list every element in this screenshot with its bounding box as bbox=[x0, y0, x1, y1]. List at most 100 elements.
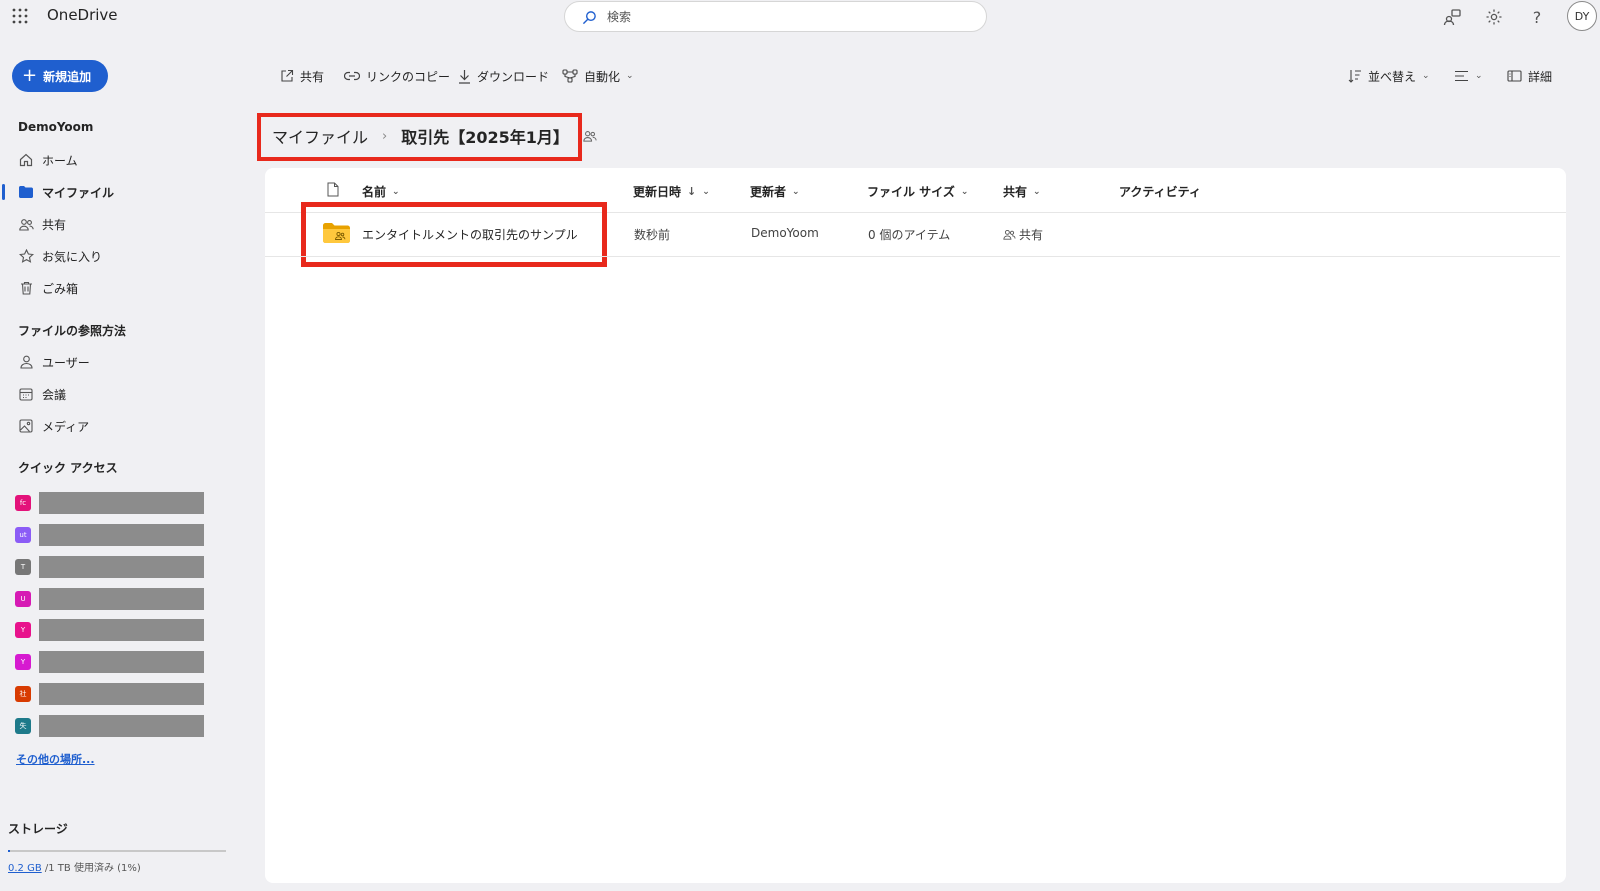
quick-access-item[interactable]: 失 bbox=[15, 715, 205, 737]
column-header-modified[interactable]: 更新日時 ↓ ⌄ bbox=[633, 183, 710, 200]
account-name: DemoYoom bbox=[18, 120, 94, 134]
automate-dropdown[interactable]: 自動化 ⌄ bbox=[562, 65, 634, 87]
sidebar-item-meetings[interactable]: 会議 bbox=[18, 382, 66, 406]
site-icon: 失 bbox=[15, 718, 31, 734]
new-button[interactable]: + 新規追加 bbox=[12, 60, 108, 92]
sort-dropdown[interactable]: 並べ替え ⌄ bbox=[1348, 65, 1430, 87]
search-icon bbox=[582, 10, 597, 25]
details-label: 詳細 bbox=[1528, 69, 1553, 84]
column-label: 更新者 bbox=[750, 185, 787, 199]
column-header-sharing[interactable]: 共有 ⌄ bbox=[1003, 183, 1041, 200]
folder-icon bbox=[18, 184, 34, 200]
sidebar-item-label: お気に入り bbox=[42, 249, 103, 264]
app-title[interactable]: OneDrive bbox=[47, 6, 118, 24]
file-type-icon bbox=[327, 182, 339, 197]
quick-access-heading: クイック アクセス bbox=[18, 461, 118, 475]
quick-access-item[interactable]: Y bbox=[15, 619, 205, 641]
redacted-label bbox=[39, 556, 204, 578]
storage-bar-fill bbox=[8, 850, 10, 852]
people-icon bbox=[18, 216, 34, 232]
redacted-label bbox=[39, 651, 204, 673]
quick-access-item[interactable]: ut bbox=[15, 524, 205, 546]
image-icon bbox=[18, 418, 34, 434]
list-view-icon bbox=[1454, 70, 1469, 82]
site-icon: Y bbox=[15, 654, 31, 670]
details-button[interactable]: 詳細 bbox=[1507, 65, 1552, 87]
storage-heading: ストレージ bbox=[8, 822, 68, 836]
quick-access-item[interactable]: Y bbox=[15, 651, 205, 673]
home-icon bbox=[18, 152, 34, 168]
search-box[interactable] bbox=[564, 1, 987, 32]
row-divider bbox=[265, 256, 1560, 257]
redacted-label bbox=[39, 588, 204, 610]
item-modified-by[interactable]: DemoYoom bbox=[751, 226, 819, 240]
sidebar-item-media[interactable]: メディア bbox=[18, 414, 89, 438]
shared-people-icon bbox=[583, 130, 597, 142]
search-input[interactable] bbox=[607, 7, 967, 27]
share-button[interactable]: 共有 bbox=[280, 65, 324, 87]
avatar[interactable]: DY bbox=[1567, 1, 1597, 31]
quick-access-item[interactable]: 社 bbox=[15, 683, 205, 705]
sidebar-item-label: ユーザー bbox=[42, 355, 90, 370]
sidebar-item-home[interactable]: ホーム bbox=[18, 148, 78, 172]
column-label: 名前 bbox=[362, 185, 387, 199]
file-list-panel bbox=[265, 168, 1566, 883]
people-icon bbox=[1003, 229, 1016, 240]
more-places-link[interactable]: その他の場所... bbox=[16, 751, 95, 767]
feedback-icon[interactable] bbox=[1441, 6, 1463, 28]
storage-bar bbox=[8, 850, 226, 852]
breadcrumb: マイファイル › 取引先【2025年1月】 bbox=[272, 124, 597, 148]
chevron-down-icon: ⌄ bbox=[960, 186, 969, 197]
column-header-file-size[interactable]: ファイル サイズ ⌄ bbox=[867, 183, 968, 200]
sidebar-item-people[interactable]: ユーザー bbox=[18, 350, 90, 374]
item-name-link[interactable]: エンタイトルメントの取引先のサンプル bbox=[362, 226, 578, 243]
site-icon: ut bbox=[15, 527, 31, 543]
column-header-name[interactable]: 名前 ⌄ bbox=[362, 183, 400, 200]
gear-icon[interactable] bbox=[1483, 6, 1505, 28]
site-icon: T bbox=[15, 559, 31, 575]
chevron-down-icon: ⌄ bbox=[792, 186, 800, 197]
active-indicator bbox=[2, 184, 5, 200]
site-icon: fc bbox=[15, 495, 31, 511]
redacted-label bbox=[39, 492, 204, 514]
sidebar-item-recycle-bin[interactable]: ごみ箱 bbox=[18, 276, 78, 300]
quick-access-item[interactable]: T bbox=[15, 556, 205, 578]
quick-access-item[interactable]: U bbox=[15, 588, 205, 610]
item-sharing[interactable]: 共有 bbox=[1003, 226, 1043, 243]
download-button[interactable]: ダウンロード bbox=[458, 65, 549, 87]
chevron-down-icon: ⌄ bbox=[392, 186, 400, 197]
share-label: 共有 bbox=[300, 69, 325, 84]
chevron-down-icon: ⌄ bbox=[1033, 186, 1041, 197]
automate-label: 自動化 bbox=[584, 69, 621, 84]
sidebar-item-label: ホーム bbox=[42, 153, 78, 168]
calendar-icon bbox=[18, 386, 34, 402]
sidebar-item-favorites[interactable]: お気に入り bbox=[18, 244, 102, 268]
view-options-dropdown[interactable]: ⌄ bbox=[1454, 65, 1483, 87]
column-label: ファイル サイズ bbox=[867, 185, 955, 199]
quick-access-item[interactable]: fc bbox=[15, 492, 205, 514]
download-icon bbox=[458, 69, 471, 84]
copy-link-button[interactable]: リンクのコピー bbox=[344, 65, 450, 87]
share-icon bbox=[280, 69, 294, 83]
star-icon bbox=[18, 248, 34, 264]
breadcrumb-root[interactable]: マイファイル bbox=[272, 124, 368, 148]
chevron-right-icon: › bbox=[382, 128, 388, 144]
help-icon[interactable]: ? bbox=[1526, 6, 1548, 28]
browse-heading: ファイルの参照方法 bbox=[18, 324, 127, 338]
column-label: 共有 bbox=[1003, 185, 1028, 199]
plus-icon: + bbox=[22, 65, 38, 86]
storage-total: /1 TB 使用済み (1%) bbox=[41, 863, 141, 874]
app-launcher-icon[interactable] bbox=[10, 6, 30, 26]
storage-usage: 0.2 GB /1 TB 使用済み (1%) bbox=[8, 859, 141, 874]
redacted-label bbox=[39, 524, 204, 546]
redacted-label bbox=[39, 715, 204, 737]
sidebar-item-my-files[interactable]: マイファイル bbox=[18, 180, 114, 204]
storage-used-link[interactable]: 0.2 GB bbox=[8, 863, 42, 874]
sidebar-item-label: 共有 bbox=[42, 217, 67, 232]
column-header-modified-by[interactable]: 更新者 ⌄ bbox=[750, 183, 800, 200]
details-pane-icon bbox=[1507, 70, 1522, 82]
column-header-activity[interactable]: アクティビティ bbox=[1119, 183, 1201, 200]
sidebar-item-shared[interactable]: 共有 bbox=[18, 212, 66, 236]
site-icon: 社 bbox=[15, 686, 31, 702]
item-sharing-label: 共有 bbox=[1019, 228, 1044, 242]
